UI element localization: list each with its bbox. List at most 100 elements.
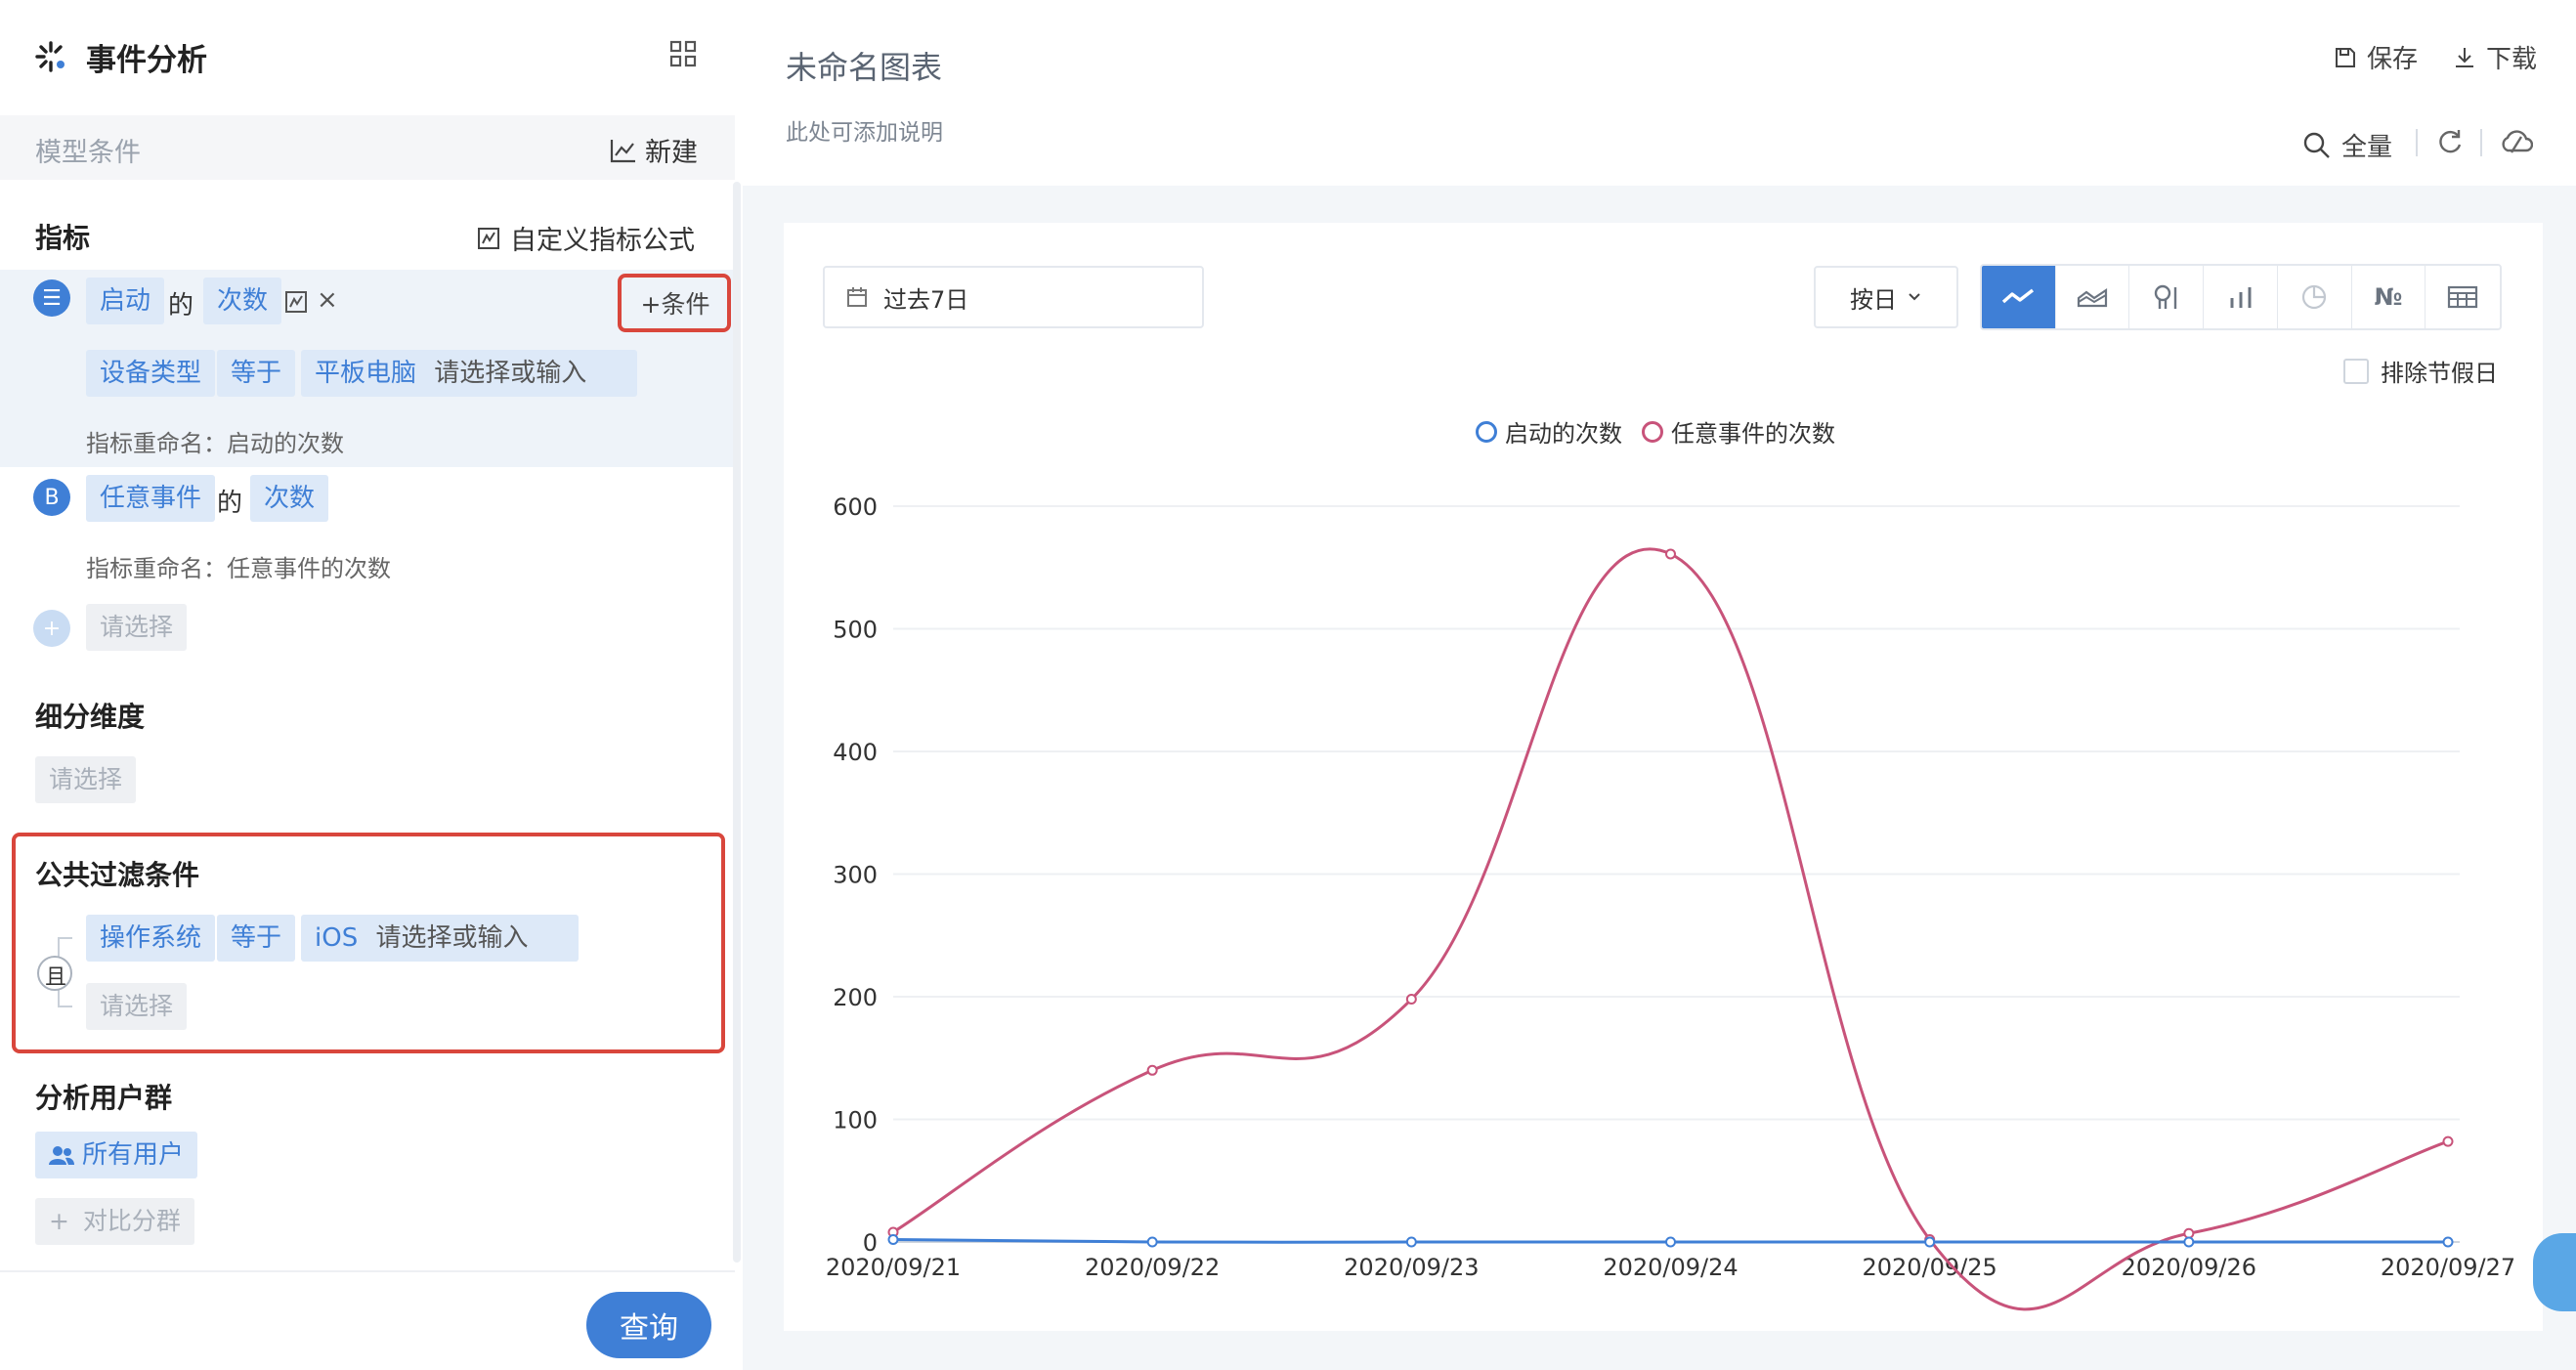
metric-a-measure-select[interactable]: 次数 [203,278,282,324]
legend-label-b: 任意事件的次数 [1671,420,1835,448]
chart-type-pie[interactable] [2278,266,2352,328]
x-tick-label: 2020/09/23 [1344,1254,1479,1281]
y-tick-label: 200 [833,984,878,1011]
exclude-holidays-label: 排除节假日 [2381,360,2498,387]
x-tick-label: 2020/09/21 [826,1254,961,1281]
y-tick-label: 300 [833,862,878,889]
chart-type-switcher: № [1980,264,2502,330]
global-filter-property[interactable]: 操作系统 [86,915,216,962]
compare-plus-icon: + [49,1207,69,1235]
logic-and-toggle[interactable]: 且 [45,960,66,991]
metric-a-event-select[interactable]: 启动 [86,278,165,324]
data-point-a [2183,1236,2195,1248]
scope-search-button[interactable]: 全量 [2302,127,2392,163]
x-tick-label: 2020/09/26 [2122,1254,2256,1281]
metric-a-filter-value[interactable]: 平板电脑 请选择或输入 [301,350,637,397]
x-tick-label: 2020/09/27 [2381,1254,2515,1281]
global-filter-title: 公共过滤条件 [35,859,200,891]
metric-b-measure-select[interactable]: 次数 [250,475,329,522]
x-tick-label: 2020/09/22 [1085,1254,1220,1281]
legend-item-b[interactable]: 任意事件的次数 [1642,414,1835,449]
user-group-title: 分析用户群 [35,1082,173,1114]
bar-chart-icon [2230,287,2252,308]
legend-marker-a [1476,420,1497,443]
number-icon: № [2374,283,2403,311]
app-logo-icon [35,41,64,72]
add-condition-highlight [618,274,731,332]
y-tick-label: 400 [833,739,878,766]
add-metric-icon[interactable]: + [33,610,70,647]
data-point-a [2442,1236,2454,1248]
data-point-a [1405,1236,1417,1248]
scope-label: 全量 [2341,133,2393,162]
global-filter-value-text: iOS [315,923,359,953]
global-filter-operator[interactable]: 等于 [217,915,296,962]
area-chart-icon [2077,287,2108,308]
chart-type-table[interactable] [2426,266,2500,328]
metric-a-remove-icon[interactable]: × [317,285,338,315]
user-group-label: 所有用户 [82,1140,185,1170]
sidebar-scrollbar[interactable] [733,182,741,1263]
model-condition-title: 模型条件 [35,138,141,168]
calendar-icon [847,287,867,307]
grid-menu-icon[interactable] [668,39,698,68]
x-tick-label: 2020/09/25 [1863,1254,1997,1281]
download-icon [2456,47,2473,67]
y-tick-label: 100 [833,1107,878,1135]
granularity-label: 按日 [1850,285,1897,314]
metric-a-rename[interactable]: 指标重命名：启动的次数 [86,424,344,458]
chart-type-number[interactable]: № [2352,266,2426,328]
app-title: 事件分析 [86,43,207,78]
line-chart: 0 100 200 300 400 500 600 2020/09/21 2020/09/22 2… [826,493,2515,1311]
global-filter-value[interactable]: iOS 请选择或输入 [301,915,579,962]
metric-a-filter-property[interactable]: 设备类型 [86,350,216,397]
data-point-b [2183,1227,2195,1239]
compare-group-button[interactable]: + 对比分群 [35,1198,194,1245]
data-point-b [1146,1064,1158,1076]
header-divider [2416,129,2418,156]
metric-b-badge[interactable]: B [33,479,70,516]
users-icon [49,1146,74,1165]
breakdown-section-title: 细分维度 [35,701,146,733]
cloud-icon[interactable] [2500,127,2533,156]
data-point-a [887,1233,899,1245]
chart-legend: 启动的次数 任意事件的次数 [1476,414,1835,449]
ranking-icon [2154,284,2176,309]
refresh-icon[interactable] [2435,127,2465,156]
date-range-picker[interactable]: 过去7日 [823,266,1204,328]
add-metric-select[interactable]: 请选择 [86,604,188,651]
save-icon [2336,47,2355,67]
chart-description[interactable]: 此处可添加说明 [786,113,943,147]
table-icon [2448,285,2478,309]
help-assistant-button[interactable] [2533,1233,2576,1311]
new-model-button[interactable]: 新建 [610,131,698,169]
line-chart-icon [2002,288,2035,304]
custom-formula-button[interactable]: 自定义指标公式 [477,219,695,257]
metric-a-formula-icon[interactable] [285,291,307,313]
y-tick-label: 500 [833,617,878,644]
metric-b-rename[interactable]: 指标重命名：任意事件的次数 [86,549,391,583]
user-group-select[interactable]: 所有用户 [35,1132,198,1178]
metrics-section-title: 指标 [35,222,91,254]
chart-type-area[interactable] [2056,266,2130,328]
chart-type-line[interactable] [1982,266,2056,328]
download-button[interactable]: 下载 [2453,39,2537,75]
save-button[interactable]: 保存 [2334,39,2418,75]
metric-b-event-select[interactable]: 任意事件 [86,475,216,522]
chart-title[interactable]: 未命名图表 [786,43,942,88]
global-filter-add-select[interactable]: 请选择 [86,983,188,1030]
legend-item-a[interactable]: 启动的次数 [1476,414,1622,449]
legend-marker-b [1642,420,1663,443]
checkbox-box[interactable] [2343,358,2369,384]
exclude-holidays-checkbox[interactable]: 排除节假日 [2343,354,2498,388]
query-button[interactable]: 查询 [586,1292,711,1358]
metric-a-badge[interactable]: ☰ [33,279,70,317]
chart-type-bar[interactable] [2204,266,2278,328]
metric-a-filter-operator[interactable]: 等于 [217,350,296,397]
global-filter-placeholder: 请选择或输入 [375,923,529,953]
chart-type-funnel[interactable] [2129,266,2205,328]
data-point-a [1924,1236,1936,1248]
data-point-b [1405,994,1417,1006]
breakdown-select[interactable]: 请选择 [35,756,137,803]
granularity-select[interactable]: 按日 [1814,266,1958,328]
